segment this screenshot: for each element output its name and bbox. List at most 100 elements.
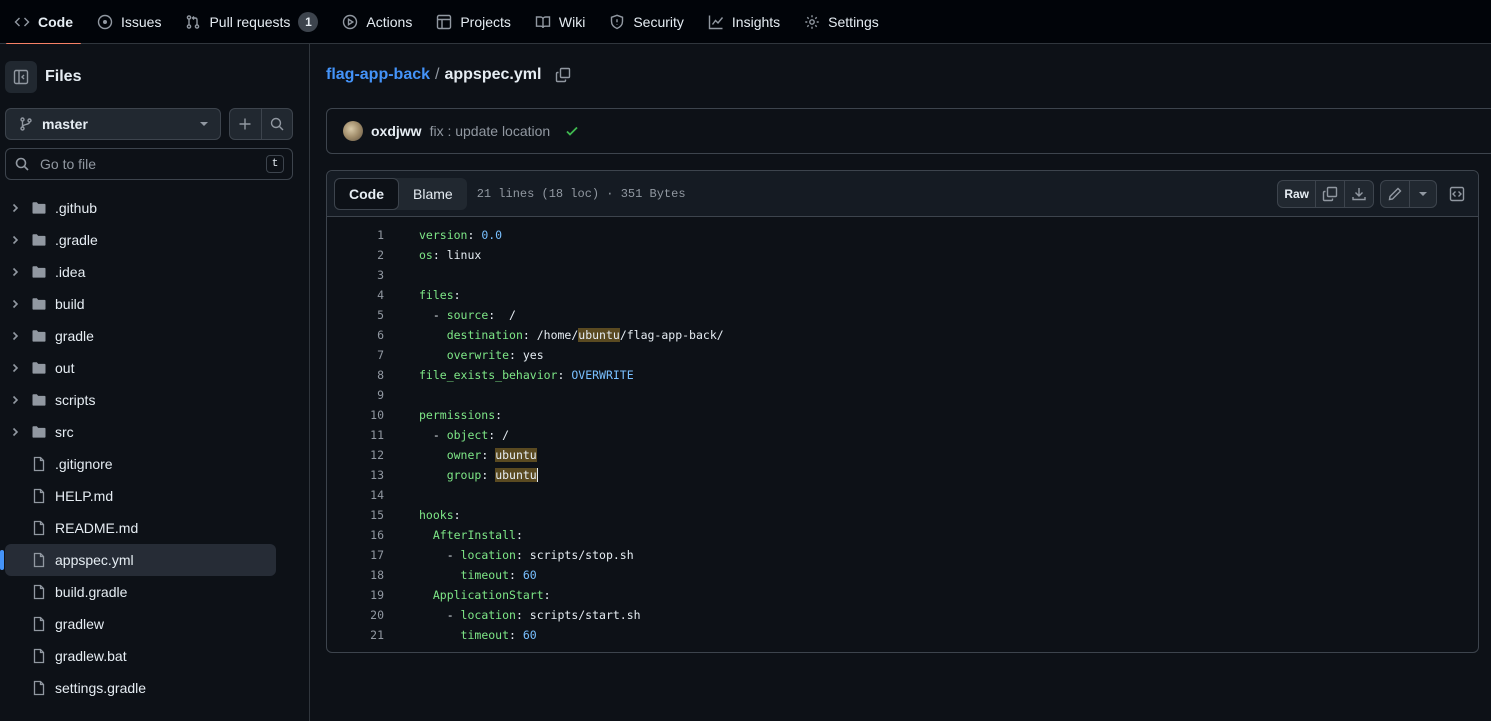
- folder-icon: [31, 296, 47, 312]
- line-number[interactable]: 3: [327, 268, 384, 282]
- blame-view-button[interactable]: Blame: [399, 178, 467, 210]
- tree-folder[interactable]: .gradle: [5, 224, 276, 256]
- raw-button[interactable]: Raw: [1278, 181, 1315, 207]
- commit-message[interactable]: fix : update location: [430, 123, 551, 139]
- branch-name: master: [42, 116, 88, 132]
- breadcrumb-separator: /: [435, 66, 440, 83]
- tree-folder[interactable]: gradle: [5, 320, 276, 352]
- line-text: destination: /home/ubuntu/flag-app-back/: [446, 328, 724, 342]
- line-number[interactable]: 10: [327, 408, 384, 422]
- tab-actions[interactable]: Actions: [334, 0, 420, 44]
- chevron-right-icon[interactable]: [7, 392, 23, 408]
- line-number[interactable]: 20: [327, 608, 384, 622]
- tree-folder[interactable]: .github: [5, 192, 276, 224]
- chevron-right-icon[interactable]: [7, 328, 23, 344]
- tab-settings[interactable]: Settings: [796, 0, 887, 44]
- collapse-sidebar-button[interactable]: [5, 61, 37, 93]
- line-text: AfterInstall:: [432, 528, 523, 542]
- tree-folder[interactable]: build: [5, 288, 276, 320]
- tree-file[interactable]: settings.gradle: [5, 672, 276, 704]
- tab-issues[interactable]: Issues: [89, 0, 169, 44]
- avatar[interactable]: [343, 121, 363, 141]
- tree-file[interactable]: appspec.yml: [0, 544, 276, 576]
- search-code-button[interactable]: [260, 109, 292, 139]
- line-number[interactable]: 21: [327, 628, 384, 642]
- code-line: 2 os: linux: [327, 245, 1478, 265]
- tree-folder[interactable]: .idea: [5, 256, 276, 288]
- code-content[interactable]: 1 version: 0.0 2 os: linux 3 4 files: 5 - sourc…: [327, 225, 1478, 645]
- tree-folder[interactable]: out: [5, 352, 276, 384]
- chevron-right-icon[interactable]: [7, 360, 23, 376]
- line-number[interactable]: 12: [327, 448, 384, 462]
- tab-security[interactable]: Security: [601, 0, 692, 44]
- copy-raw-button[interactable]: [1315, 181, 1344, 207]
- tab-label: Wiki: [558, 13, 586, 30]
- tree-item-name: gradlew: [55, 616, 105, 632]
- line-number[interactable]: 9: [327, 388, 384, 402]
- line-text: os: linux: [419, 248, 482, 262]
- tab-code[interactable]: Code: [6, 0, 81, 45]
- folder-icon: [31, 200, 47, 216]
- line-number[interactable]: 7: [327, 348, 384, 362]
- tree-item-name: .idea: [55, 264, 86, 280]
- tree-file[interactable]: README.md: [5, 512, 276, 544]
- check-icon: [566, 126, 578, 136]
- chevron-right-icon[interactable]: [7, 264, 23, 280]
- code-line: 11 - object: /: [327, 425, 1478, 445]
- add-file-button[interactable]: [230, 109, 261, 139]
- line-number[interactable]: 4: [327, 288, 384, 302]
- breadcrumb-repo-link[interactable]: flag-app-back: [326, 66, 430, 84]
- go-to-file-input[interactable]: [40, 156, 266, 172]
- line-number[interactable]: 19: [327, 588, 384, 602]
- chevron-right-icon[interactable]: [7, 200, 23, 216]
- tab-projects[interactable]: Projects: [428, 0, 519, 44]
- line-number[interactable]: 5: [327, 308, 384, 322]
- folder-icon: [31, 424, 47, 440]
- tab-pull-requests[interactable]: Pull requests 1: [177, 0, 326, 44]
- tree-folder[interactable]: src: [5, 416, 276, 448]
- line-number[interactable]: 6: [327, 328, 384, 342]
- code-line: 8 file_exists_behavior: OVERWRITE: [327, 365, 1478, 385]
- tree-file[interactable]: gradlew: [5, 608, 276, 640]
- download-button[interactable]: [1344, 181, 1373, 207]
- edit-options-button[interactable]: [1409, 181, 1436, 207]
- tree-item-name: src: [55, 424, 74, 440]
- tree-item-name: scripts: [55, 392, 96, 408]
- line-number[interactable]: 16: [327, 528, 384, 542]
- copy-path-icon[interactable]: [555, 67, 571, 83]
- line-number[interactable]: 15: [327, 508, 384, 522]
- line-number[interactable]: 11: [327, 428, 384, 442]
- tree-file[interactable]: build.gradle: [5, 576, 276, 608]
- search-match-highlight: ubuntu: [495, 448, 537, 462]
- code-view-button[interactable]: Code: [334, 177, 399, 210]
- line-number[interactable]: 2: [327, 248, 384, 262]
- line-number[interactable]: 8: [327, 368, 384, 382]
- branch-selector[interactable]: master: [5, 108, 221, 140]
- tree-file[interactable]: HELP.md: [5, 480, 276, 512]
- tab-insights[interactable]: Insights: [700, 0, 788, 44]
- tab-label: Insights: [731, 13, 781, 30]
- chevron-right-icon[interactable]: [7, 424, 23, 440]
- line-number[interactable]: 18: [327, 568, 384, 582]
- edit-file-button[interactable]: [1381, 181, 1409, 207]
- search-match-highlight: ubuntu: [578, 328, 620, 342]
- go-to-file-field[interactable]: t: [5, 148, 293, 180]
- chevron-right-icon[interactable]: [7, 232, 23, 248]
- tree-folder[interactable]: scripts: [5, 384, 276, 416]
- chevron-right-icon[interactable]: [7, 296, 23, 312]
- file-icon: [31, 680, 47, 696]
- line-number[interactable]: 1: [327, 228, 384, 242]
- commit-author[interactable]: oxdjww: [371, 123, 422, 139]
- tree-item-name: .gradle: [55, 232, 98, 248]
- tree-file[interactable]: gradlew.bat: [5, 640, 276, 672]
- line-number[interactable]: 13: [327, 468, 384, 482]
- tab-wiki[interactable]: Wiki: [527, 0, 593, 44]
- tree-file[interactable]: .gitignore: [5, 448, 276, 480]
- download-icon: [1352, 188, 1366, 201]
- line-number[interactable]: 14: [327, 488, 384, 502]
- line-number[interactable]: 17: [327, 548, 384, 562]
- symbols-panel-button[interactable]: [1443, 180, 1471, 208]
- code-icon: [14, 17, 30, 26]
- tab-label: Code: [38, 13, 73, 30]
- tree-item-name: settings.gradle: [55, 680, 147, 696]
